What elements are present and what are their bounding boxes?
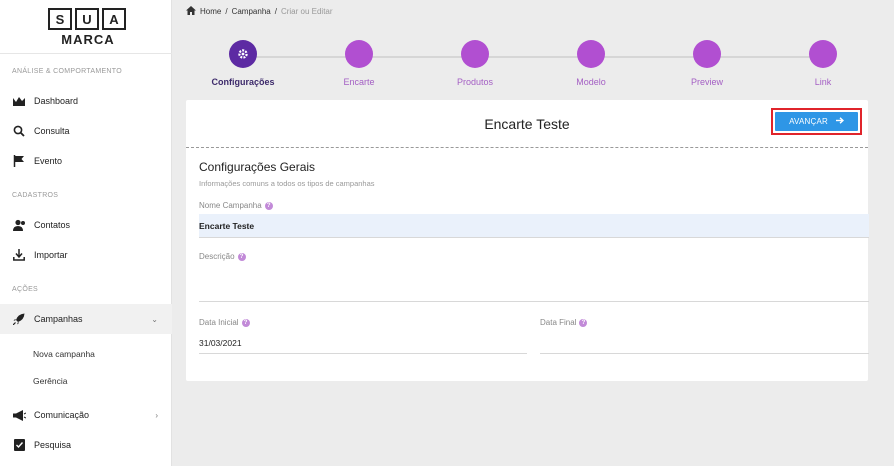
step-encarte[interactable]: Encarte xyxy=(304,40,414,87)
chart-icon xyxy=(12,94,26,108)
help-icon[interactable]: ? xyxy=(579,318,588,327)
home-icon[interactable] xyxy=(186,6,196,17)
step-dot xyxy=(461,40,489,68)
flag-icon xyxy=(12,154,26,168)
logo-letter: S xyxy=(48,8,72,30)
megaphone-icon xyxy=(12,408,26,422)
step-produtos[interactable]: Produtos xyxy=(420,40,530,87)
help-icon[interactable]: ? xyxy=(237,252,246,261)
breadcrumb-home[interactable]: Home xyxy=(200,7,221,16)
help-icon[interactable]: ? xyxy=(241,318,250,327)
brand-logo[interactable]: S U A MARCA xyxy=(48,8,128,47)
label-text: Data Inicial xyxy=(199,318,239,327)
sidebar-item-evento[interactable]: Evento xyxy=(0,146,172,176)
campaign-stepper: Configurações Encarte Produtos Modelo Pr… xyxy=(186,40,868,90)
breadcrumb-separator: / xyxy=(225,7,228,16)
sidebar-item-pesquisa[interactable]: Pesquisa xyxy=(0,430,172,460)
breadcrumb-separator: / xyxy=(274,7,277,16)
step-dot xyxy=(577,40,605,68)
logo-letter: U xyxy=(75,8,99,30)
step-preview[interactable]: Preview xyxy=(652,40,762,87)
highlight-box: AVANÇAR xyxy=(771,108,862,135)
descricao-input[interactable] xyxy=(199,276,869,302)
nome-campanha-label: Nome Campanha ? xyxy=(199,201,273,210)
logo-letter: A xyxy=(102,8,126,30)
breadcrumb: Home / Campanha / Criar ou Editar xyxy=(186,6,333,17)
step-label: Configurações xyxy=(211,77,275,87)
sidebar-item-contatos[interactable]: Contatos xyxy=(0,210,172,240)
section-subtitle: Informações comuns a todos os tipos de c… xyxy=(199,179,375,188)
chevron-down-icon: ⌄ xyxy=(151,314,158,324)
step-label: Modelo xyxy=(576,77,606,87)
sidebar-item-dashboard[interactable]: Dashboard xyxy=(0,86,172,116)
advance-label: AVANÇAR xyxy=(789,117,828,126)
nome-campanha-input[interactable] xyxy=(199,214,869,238)
help-icon[interactable]: ? xyxy=(264,201,273,210)
sidebar-item-comunicacao[interactable]: Comunicação › xyxy=(0,400,172,430)
rocket-icon xyxy=(12,312,26,326)
advance-button[interactable]: AVANÇAR xyxy=(775,112,858,131)
contacts-icon xyxy=(12,218,26,232)
step-dot xyxy=(809,40,837,68)
step-label: Preview xyxy=(690,77,723,87)
campaign-title: Encarte Teste xyxy=(484,115,570,132)
breadcrumb-current: Criar ou Editar xyxy=(280,7,333,16)
sidebar-item-label: Pesquisa xyxy=(34,440,72,450)
step-label: Encarte xyxy=(343,77,375,87)
sidebar-item-label: Contatos xyxy=(34,220,71,230)
section-title-analise: ANÁLISE & COMPORTAMENTO xyxy=(12,68,122,75)
step-dot xyxy=(345,40,373,68)
data-inicial-label: Data Inicial ? xyxy=(199,318,250,327)
section-title: Configurações Gerais xyxy=(199,160,316,174)
import-icon xyxy=(12,248,26,262)
step-label: Link xyxy=(814,77,832,87)
sidebar-item-importar[interactable]: Importar xyxy=(0,240,172,270)
data-final-input[interactable] xyxy=(540,333,869,354)
search-icon xyxy=(12,124,26,138)
sidebar-subitem-gerencia[interactable]: Gerência xyxy=(33,376,68,386)
sidebar: S U A MARCA ANÁLISE & COMPORTAMENTO Dash… xyxy=(0,0,172,466)
survey-icon xyxy=(12,438,26,452)
arrow-right-icon xyxy=(836,117,845,126)
step-dot xyxy=(693,40,721,68)
sidebar-item-label: Importar xyxy=(34,250,68,260)
sidebar-item-label: Dashboard xyxy=(34,96,79,106)
card-header: Encarte Teste AVANÇAR xyxy=(186,100,868,148)
label-text: Nome Campanha xyxy=(199,201,262,210)
chevron-right-icon: › xyxy=(155,410,158,420)
sidebar-item-label: Evento xyxy=(34,156,63,166)
campaign-config-card: Encarte Teste AVANÇAR Configurações Gera… xyxy=(186,100,869,381)
logo-subtitle: MARCA xyxy=(61,32,115,47)
section-title-cadastros: CADASTROS xyxy=(12,192,59,199)
step-configuracoes[interactable]: Configurações xyxy=(188,40,298,87)
label-text: Data Final xyxy=(540,318,577,327)
sidebar-item-campanhas[interactable]: Campanhas ⌄ xyxy=(0,304,172,334)
sidebar-item-label: Campanhas xyxy=(34,314,83,324)
sidebar-item-label: Consulta xyxy=(34,126,70,136)
step-modelo[interactable]: Modelo xyxy=(536,40,646,87)
data-inicial-input[interactable] xyxy=(199,333,527,354)
sidebar-item-label: Comunicação xyxy=(34,410,90,420)
step-label: Produtos xyxy=(456,77,494,87)
breadcrumb-campanha[interactable]: Campanha xyxy=(232,7,271,16)
step-link[interactable]: Link xyxy=(768,40,878,87)
section-title-acoes: AÇÕES xyxy=(12,286,39,293)
gear-icon xyxy=(229,40,257,68)
label-text: Descrição xyxy=(199,252,235,261)
sidebar-item-consulta[interactable]: Consulta xyxy=(0,116,172,146)
sidebar-subitem-nova-campanha[interactable]: Nova campanha xyxy=(33,349,95,359)
descricao-label: Descrição ? xyxy=(199,252,246,261)
data-final-label: Data Final ? xyxy=(540,318,588,327)
divider xyxy=(0,53,172,54)
